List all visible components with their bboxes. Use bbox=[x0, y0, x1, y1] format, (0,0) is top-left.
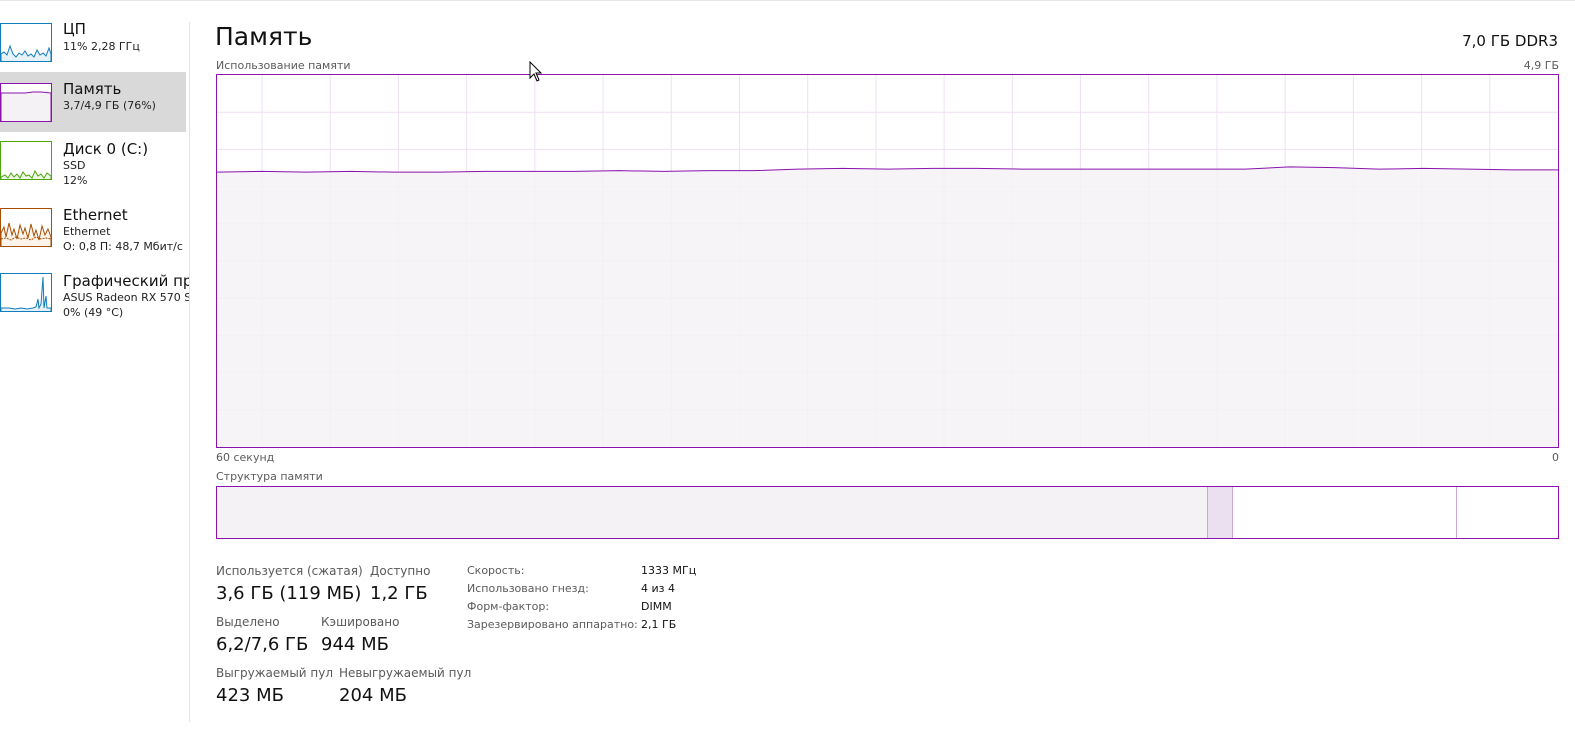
memory-structure-bar[interactable] bbox=[216, 486, 1559, 539]
structure-segment-modified[interactable] bbox=[1208, 487, 1233, 538]
sidebar-item-gpu[interactable]: Графический процессор 0 ASUS Radeon RX 5… bbox=[0, 264, 190, 324]
speed-label: Скорость: bbox=[467, 564, 525, 577]
in-use-value: 3,6 ГБ (119 МБ) bbox=[216, 583, 362, 604]
cached-value: 944 МБ bbox=[321, 634, 389, 655]
memory-usage-chart bbox=[216, 74, 1559, 448]
memory-usage-plot bbox=[217, 75, 1558, 447]
sidebar-divider bbox=[189, 22, 190, 722]
hardware-reserved-label: Зарезервировано аппаратно: bbox=[467, 618, 638, 631]
sidebar-item-title: ЦП bbox=[63, 20, 86, 38]
structure-segment-standby[interactable] bbox=[1233, 487, 1457, 538]
chart-max-label: 4,9 ГБ bbox=[1523, 59, 1559, 72]
hardware-reserved-value: 2,1 ГБ bbox=[641, 618, 677, 631]
cached-label: Кэшировано bbox=[321, 615, 400, 629]
sidebar-item-subtitle: SSD bbox=[63, 159, 86, 172]
in-use-label: Используется (сжатая) bbox=[216, 564, 363, 578]
sidebar-item-subtitle: 3,7/4,9 ГБ (76%) bbox=[63, 99, 156, 112]
sidebar-item-title: Графический процессор 0 bbox=[63, 272, 190, 290]
paged-pool-label: Выгружаемый пул bbox=[216, 666, 334, 680]
sidebar-item-title: Память bbox=[63, 80, 122, 98]
memory-thumbnail-graph bbox=[0, 83, 52, 122]
sidebar-item-memory[interactable]: Память 3,7/4,9 ГБ (76%) bbox=[0, 72, 186, 132]
committed-value: 6,2/7,6 ГБ bbox=[216, 634, 309, 655]
gpu-thumbnail-graph bbox=[0, 273, 52, 312]
form-factor-value: DIMM bbox=[641, 600, 672, 613]
sidebar-item-subtitle: 11% 2,28 ГГц bbox=[63, 40, 140, 53]
sidebar-item-subtitle-2: 12% bbox=[63, 174, 88, 187]
sidebar-item-title: Ethernet bbox=[63, 206, 128, 224]
sidebar-item-subtitle-2: 0% (49 °C) bbox=[63, 306, 124, 319]
slots-label: Использовано гнезд: bbox=[467, 582, 589, 595]
available-value: 1,2 ГБ bbox=[370, 583, 428, 604]
sidebar-item-title: Диск 0 (C:) bbox=[63, 140, 149, 158]
structure-segment-in-use[interactable] bbox=[217, 487, 1208, 538]
disk-thumbnail-graph bbox=[0, 141, 52, 180]
sidebar-item-subtitle: ASUS Radeon RX 570 Series bbox=[63, 291, 190, 304]
nonpaged-pool-label: Невыгружаемый пул bbox=[339, 666, 472, 680]
sidebar: ЦП 11% 2,28 ГГц Память 3,7/4,9 ГБ (76%) … bbox=[0, 0, 190, 745]
mouse-cursor-icon bbox=[529, 61, 543, 82]
slots-value: 4 из 4 bbox=[641, 582, 675, 595]
chart-time-right: 0 bbox=[1552, 451, 1559, 464]
available-label: Доступно bbox=[370, 564, 431, 578]
structure-segment-free[interactable] bbox=[1457, 487, 1558, 538]
top-divider bbox=[0, 0, 1575, 1]
form-factor-label: Форм-фактор: bbox=[467, 600, 550, 613]
cpu-thumbnail-graph bbox=[0, 23, 52, 62]
sidebar-item-subtitle-2: О: 0,8 П: 48,7 Мбит/с bbox=[63, 240, 183, 253]
sidebar-item-ethernet[interactable]: Ethernet Ethernet О: 0,8 П: 48,7 Мбит/с bbox=[0, 198, 186, 258]
chart-time-left: 60 секунд bbox=[216, 451, 275, 464]
committed-label: Выделено bbox=[216, 615, 280, 629]
structure-title: Структура памяти bbox=[216, 470, 323, 483]
page-title: Память bbox=[215, 22, 313, 51]
sidebar-item-disk[interactable]: Диск 0 (C:) SSD 12% bbox=[0, 132, 186, 192]
memory-type-label: 7,0 ГБ DDR3 bbox=[1462, 32, 1558, 50]
sidebar-item-subtitle: Ethernet bbox=[63, 225, 111, 238]
speed-value: 1333 МГц bbox=[641, 564, 697, 577]
sidebar-item-cpu[interactable]: ЦП 11% 2,28 ГГц bbox=[0, 12, 186, 72]
usage-area bbox=[217, 166, 1558, 447]
ethernet-thumbnail-graph bbox=[0, 208, 52, 247]
paged-pool-value: 423 МБ bbox=[216, 685, 284, 706]
chart-title: Использование памяти bbox=[216, 59, 351, 72]
nonpaged-pool-value: 204 МБ bbox=[339, 685, 407, 706]
